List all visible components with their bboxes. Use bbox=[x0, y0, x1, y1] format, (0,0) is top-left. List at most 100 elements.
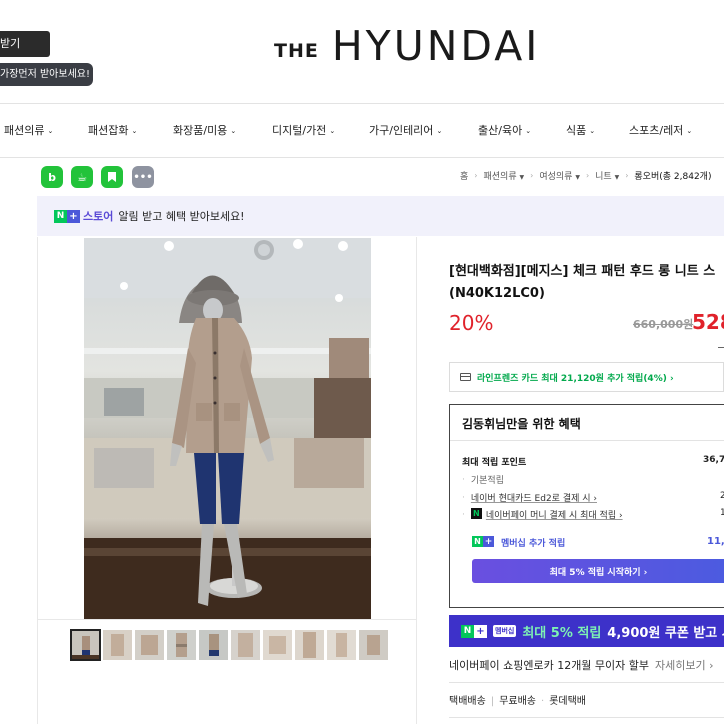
delivery-fee: 무료배송 bbox=[499, 696, 536, 707]
breadcrumb-item[interactable]: 패션의류 ▼ bbox=[483, 169, 524, 182]
divider bbox=[449, 717, 724, 718]
category-digital[interactable]: 디지털/가전 ⌄ bbox=[272, 122, 335, 138]
separator-dot: | bbox=[490, 696, 495, 707]
category-food[interactable]: 식품 ⌄ bbox=[566, 122, 595, 138]
card-benefit-text: 라인프렌즈 카드 최대 21,120원 추가 적립(4%) › bbox=[477, 373, 674, 384]
installment-detail-link[interactable]: 자세히보기 › bbox=[655, 659, 714, 672]
start-membership-button[interactable]: 최대 5% 적립 시작하기 › bbox=[472, 559, 724, 583]
credit-card-icon bbox=[460, 373, 471, 381]
breadcrumb-label: 패션의류 bbox=[483, 172, 517, 182]
membership-row: N + 멤버십 추가 적립 bbox=[472, 536, 565, 549]
store-logo[interactable]: THE HYUNDAI bbox=[274, 20, 540, 68]
chevron-down-icon: ⌄ bbox=[329, 127, 336, 135]
breadcrumb-current[interactable]: 롱오버(총 2,842개) bbox=[634, 169, 711, 182]
thumbnail-1[interactable] bbox=[70, 629, 101, 661]
delivery-info: 택배배송 | 무료배송 · 롯데택배 bbox=[449, 692, 586, 707]
price-info-icon[interactable] bbox=[718, 339, 724, 348]
band-share-icon[interactable] bbox=[101, 166, 123, 188]
caret-down-icon: ▼ bbox=[614, 174, 620, 181]
benefit-chip-button[interactable]: 받기 bbox=[0, 31, 50, 57]
product-main-image[interactable] bbox=[84, 238, 371, 619]
naver-plus-badge-icon: N + bbox=[472, 536, 494, 549]
thumbnail-6[interactable] bbox=[231, 630, 260, 660]
plus-icon: + bbox=[67, 209, 80, 223]
hyundai-card-row[interactable]: · 네이버 현대카드 Ed2로 결제 시 › bbox=[462, 491, 597, 505]
original-price: 660,000원 bbox=[633, 318, 694, 331]
bullet-icon: · bbox=[462, 474, 465, 485]
category-label: 가구/인테리어 bbox=[369, 124, 434, 137]
category-label: 스포츠/레저 bbox=[629, 124, 684, 137]
npay-money-value: 1 bbox=[720, 508, 724, 518]
bullet-icon: · bbox=[462, 509, 465, 520]
breadcrumb-home[interactable]: 홈 bbox=[460, 169, 468, 182]
breadcrumb-item[interactable]: 니트 ▼ bbox=[595, 169, 619, 182]
chevron-down-icon: ⌄ bbox=[131, 127, 138, 135]
category-label: 패션의류 bbox=[4, 124, 45, 137]
chevron-right-icon: › bbox=[474, 171, 478, 180]
chevron-right-icon: › bbox=[585, 171, 590, 180]
chevron-down-icon: ⌄ bbox=[686, 127, 693, 135]
bookmark-icon bbox=[108, 172, 116, 182]
thumbnail-9[interactable] bbox=[327, 630, 356, 660]
category-sports[interactable]: 스포츠/레저 ⌄ bbox=[629, 122, 692, 138]
chevron-down-icon: ⌄ bbox=[436, 127, 443, 135]
category-label: 식품 bbox=[566, 124, 587, 137]
coupon-highlight: 최대 5% 적립 bbox=[522, 625, 602, 641]
naver-pay-icon: N bbox=[470, 508, 482, 521]
delivery-carrier: 롯데택배 bbox=[549, 696, 586, 707]
naver-cafe-share-icon[interactable]: ☕ bbox=[71, 166, 93, 188]
coupon-text: 4,900원 쿠폰 받고 시작 bbox=[607, 625, 724, 641]
breadcrumb: 홈 › 패션의류 ▼ › 여성의류 ▼ › 니트 ▼ › 롱오버(총 2,842… bbox=[460, 169, 711, 182]
thumbnail-8[interactable] bbox=[295, 630, 324, 660]
thumbnail-strip bbox=[70, 629, 388, 661]
max-points-label: 최대 적립 포인트 bbox=[462, 458, 527, 468]
hyundai-card-link[interactable]: 네이버 현대카드 Ed2로 결제 시 › bbox=[471, 491, 597, 504]
category-baby[interactable]: 출산/육아 ⌄ bbox=[478, 122, 531, 138]
naver-blog-share-icon[interactable]: b bbox=[41, 166, 63, 188]
chevron-down-icon: ⌄ bbox=[525, 127, 532, 135]
category-beauty[interactable]: 화장품/미용 ⌄ bbox=[173, 122, 236, 138]
product-title: [현대백화점][메지스] 체크 패턴 후드 롱 니트 스 bbox=[449, 264, 716, 279]
divider bbox=[449, 682, 724, 683]
installment-info: 네이버페이 쇼핑엔로카 12개월 무이자 할부 자세히보기 › bbox=[449, 657, 714, 673]
category-fashion-clothing[interactable]: 패션의류 ⌄ bbox=[4, 122, 53, 138]
npay-money-row[interactable]: · N 네이버페이 머니 결제 시 최대 적립 › bbox=[462, 508, 623, 521]
npay-money-link[interactable]: 네이버페이 머니 결제 시 최대 적립 › bbox=[486, 508, 623, 521]
basic-points-row: · 기본적립 bbox=[462, 473, 504, 487]
divider bbox=[0, 157, 724, 158]
chevron-down-icon: ⌄ bbox=[230, 127, 237, 135]
chevron-right-icon: › bbox=[625, 171, 629, 180]
category-label: 화장품/미용 bbox=[173, 124, 228, 137]
bullet-icon: · bbox=[462, 492, 465, 503]
sale-price: 528, bbox=[692, 310, 724, 334]
category-fashion-goods[interactable]: 패션잡화 ⌄ bbox=[88, 122, 137, 138]
card-benefit-link[interactable]: 라인프렌즈 카드 최대 21,120원 추가 적립(4%) › bbox=[449, 362, 724, 392]
separator-dot: · bbox=[541, 696, 545, 707]
thumbnail-7[interactable] bbox=[263, 630, 292, 660]
thumbnail-5[interactable] bbox=[199, 630, 228, 660]
benefit-heading: 김동휘님만을 위한 혜택 bbox=[450, 405, 724, 441]
thumbnail-10[interactable] bbox=[359, 630, 388, 660]
chevron-down-icon: ⌄ bbox=[47, 127, 54, 135]
more-share-button[interactable]: ••• bbox=[132, 166, 154, 188]
membership-label: 멤버십 추가 적립 bbox=[501, 539, 566, 549]
breadcrumb-label: 여성의류 bbox=[539, 172, 573, 182]
benefit-tooltip: 가장먼저 받아보세요! bbox=[0, 63, 93, 86]
category-furniture[interactable]: 가구/인테리어 ⌄ bbox=[369, 122, 442, 138]
naver-n-icon: N bbox=[54, 209, 67, 223]
membership-value: 11,2 bbox=[707, 536, 724, 547]
store-alert-banner[interactable]: N + 스토어 알림 받고 혜택 받아보세요! bbox=[37, 196, 724, 236]
thumbnail-3[interactable] bbox=[135, 630, 164, 660]
naver-plus-badge-icon: N + bbox=[461, 624, 487, 638]
category-label: 패션잡화 bbox=[88, 124, 129, 137]
membership-coupon-banner[interactable]: N + 멤버십 최대 5% 적립 4,900원 쿠폰 받고 시작 bbox=[449, 615, 724, 647]
hyundai-card-value: 2 bbox=[720, 491, 724, 501]
thumbnail-2[interactable] bbox=[103, 630, 132, 660]
member-benefit-box: 김동휘님만을 위한 혜택 최대 적립 포인트 36,7 · 기본적립 · 네이버 현… bbox=[449, 404, 724, 608]
membership-tag: 멤버십 bbox=[493, 625, 517, 637]
plus-icon: + bbox=[474, 624, 487, 638]
thumbnail-4[interactable] bbox=[167, 630, 196, 660]
breadcrumb-item[interactable]: 여성의류 ▼ bbox=[539, 169, 580, 182]
divider bbox=[37, 619, 417, 620]
chevron-down-icon: ⌄ bbox=[589, 127, 596, 135]
